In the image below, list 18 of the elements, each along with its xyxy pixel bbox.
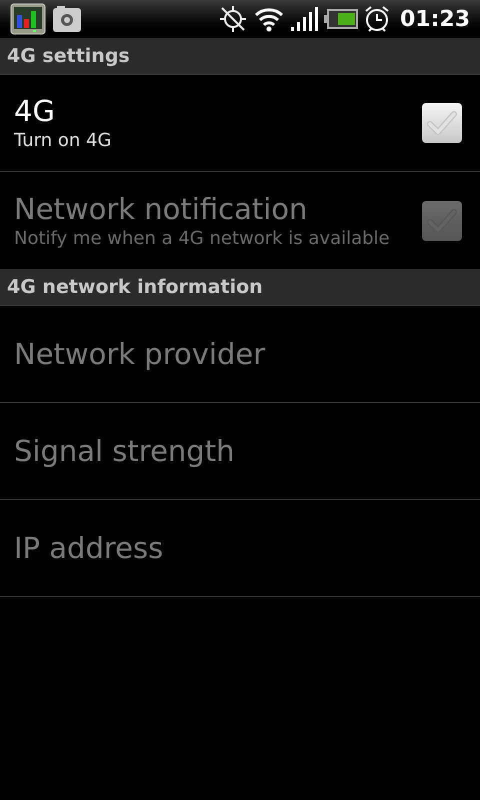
row-title: Network provider [14, 336, 266, 372]
row-summary: Notify me when a 4G network is available [14, 226, 391, 250]
bar-chart-icon [10, 3, 46, 35]
camera-icon [52, 5, 82, 33]
alarm-clock-icon [364, 5, 390, 33]
checkbox[interactable] [422, 103, 462, 143]
section-header: 4G network information [7, 274, 263, 300]
section-header: 4G settings [7, 44, 130, 69]
signal-icon [290, 6, 318, 32]
row-title: Network notification [14, 190, 308, 226]
battery-icon [324, 9, 358, 29]
row-summary: Turn on 4G [14, 129, 112, 153]
clock-time: 01:23 [400, 6, 470, 34]
row-title: 4G [14, 93, 56, 129]
row-title: Signal strength [14, 433, 236, 469]
gps-off-icon [218, 4, 248, 34]
row-title: IP address [14, 530, 164, 566]
wifi-icon [254, 6, 284, 32]
